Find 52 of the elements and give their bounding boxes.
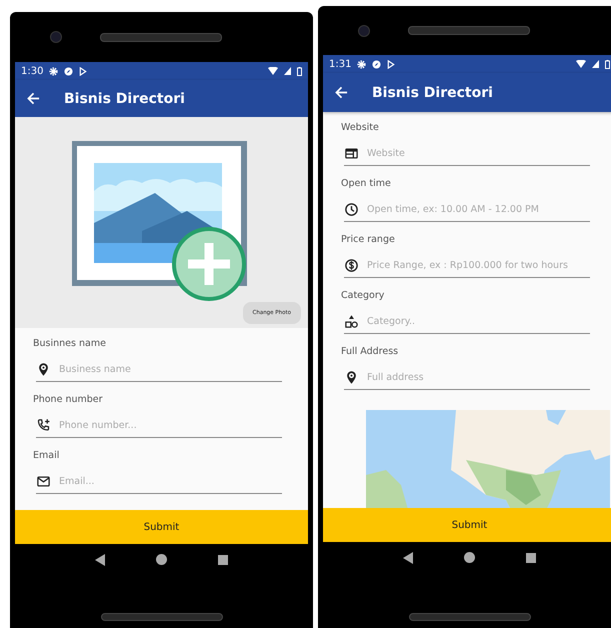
status-time: 1:30 [21,66,44,76]
text-field[interactable]: Open time, ex: 10.00 AM - 12.00 PM [367,204,590,215]
status-time: 1:31 [329,58,352,70]
play-store-icon [387,60,396,68]
battery-icon [605,60,610,68]
text-field[interactable]: Price Range, ex : Rp100.000 for two hours [367,260,590,271]
field-label: Category [341,290,386,303]
gear-icon [49,66,58,76]
field-label: Open time [341,178,392,191]
field-label: Email [33,450,60,463]
shapes-icon [344,314,359,329]
camera-dot [358,24,370,36]
phone-add-icon [36,418,51,433]
back-arrow-icon[interactable] [27,92,40,105]
screen-title: Bisnis Directori [372,84,493,100]
text-field[interactable]: Business name [59,364,282,375]
text-field[interactable]: Phone number... [59,420,282,431]
web-page-icon [344,146,359,161]
back-triangle-icon[interactable] [95,554,106,566]
field-label: Website [341,122,380,135]
back-arrow-icon[interactable] [335,86,348,99]
wifi-icon [576,60,586,68]
recents-square-icon[interactable] [526,552,536,562]
home-circle-icon[interactable] [156,554,168,565]
clock-icon [344,202,359,217]
signal-icon [284,67,291,75]
text-field[interactable]: Full address [367,372,590,383]
field-label: Full Address [341,346,400,359]
back-triangle-icon[interactable] [403,552,414,564]
text-field[interactable]: Category.. [367,316,590,327]
gear-icon [357,60,366,68]
location-pin-icon [344,370,359,385]
compass-icon [372,60,382,68]
location-pin-icon [36,362,51,377]
recents-square-icon[interactable] [218,554,228,564]
field-label: Businnes name [33,338,107,351]
dollar-coin-icon [344,258,359,273]
battery-icon [297,66,302,76]
envelope-icon [36,474,51,489]
screen-title: Bisnis Directori [64,90,185,106]
compass-icon [64,66,74,76]
submit-button[interactable]: Submit [15,510,308,544]
camera-dot [50,31,62,43]
field-label: Price range [341,234,396,247]
play-store-icon [79,66,88,76]
submit-button[interactable]: Submit [323,508,611,542]
signal-icon [592,60,599,68]
text-field[interactable]: Email... [59,476,282,487]
home-circle-icon[interactable] [464,552,476,563]
wifi-icon [268,67,278,75]
text-field[interactable]: Website [367,148,590,159]
field-label: Phone number [33,394,104,407]
